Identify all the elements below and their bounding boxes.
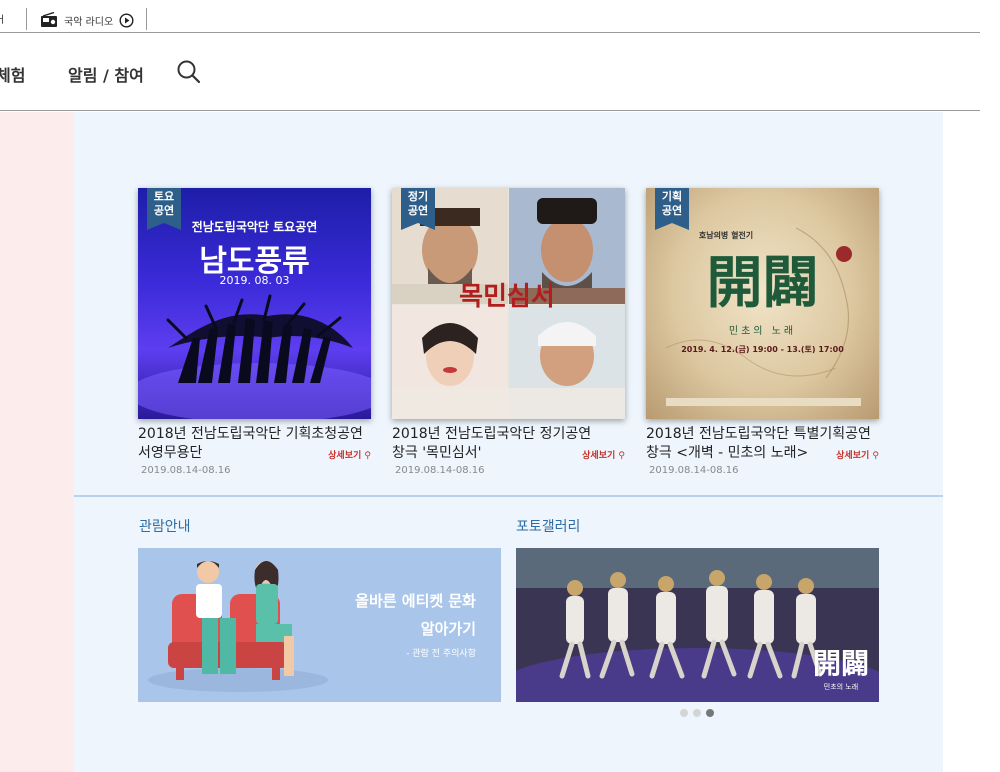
play-circle-icon[interactable] bbox=[119, 12, 134, 28]
detail-link[interactable]: 상세보기 ⚲ bbox=[836, 447, 879, 466]
left-side-panel bbox=[0, 112, 74, 772]
utility-link-fragment[interactable]: ㅓ bbox=[0, 11, 6, 26]
photo-gallery-slide[interactable]: 開闢 민초의 노래 bbox=[516, 548, 879, 702]
poster-date: 2019. 08. 03 bbox=[219, 274, 290, 287]
poster-title: 開闢 bbox=[706, 250, 819, 316]
main-navigation: 체험 알림 / 참여 bbox=[0, 34, 980, 111]
detail-link[interactable]: 상세보기 ⚲ bbox=[582, 447, 625, 466]
search-small-icon: ⚲ bbox=[618, 451, 625, 461]
poster-title: 목민심서 bbox=[459, 282, 555, 312]
gallery-logo: 開闢 민초의 노래 bbox=[812, 647, 869, 691]
search-small-icon: ⚲ bbox=[872, 451, 879, 461]
gallery-section-title[interactable]: 포토갤러리 bbox=[516, 516, 580, 536]
top-utility-bar: ㅓ 국악 라디오 bbox=[0, 0, 980, 33]
nav-menu-experience[interactable]: 체험 bbox=[0, 62, 25, 86]
banner-headline-2: 알아가기 bbox=[420, 620, 476, 638]
banner-caption: - 관람 전 주의사항 bbox=[406, 649, 476, 659]
performance-title[interactable]: 2018년 전남도립국악단 기획초청공연 서영무용단 상세보기 ⚲ bbox=[138, 425, 371, 463]
search-small-icon: ⚲ bbox=[364, 451, 371, 461]
radio-icon bbox=[40, 12, 58, 28]
etiquette-banner[interactable]: 올바른 에티켓 문화 알아가기 - 관람 전 주의사항 bbox=[138, 548, 501, 702]
poster-tagline: 민초의 노래 bbox=[728, 326, 797, 337]
performance-card: 전남도립국악단 토요공연 남도풍류 2019. 08. 03 토요 공연 2018… bbox=[138, 188, 371, 476]
main-content: 전남도립국악단 토요공연 남도풍류 2019. 08. 03 토요 공연 2018… bbox=[74, 112, 943, 772]
poster-date: 2019. 4. 12.(금) 19:00 - 13.(토) 17:00 bbox=[681, 345, 844, 354]
performance-title[interactable]: 2018년 전남도립국악단 특별기획공연 창극 <개벽 - 민초의 노래> 상세… bbox=[646, 425, 879, 463]
utility-separator bbox=[146, 8, 147, 30]
detail-link[interactable]: 상세보기 ⚲ bbox=[328, 447, 371, 466]
utility-separator bbox=[26, 8, 27, 30]
performance-card: 호남의병 혈전기 開闢 민초의 노래 2019. 4. 12.(금) 19:00… bbox=[646, 188, 879, 476]
search-icon[interactable] bbox=[176, 59, 202, 85]
performance-title[interactable]: 2018년 전남도립국악단 정기공연 창극 '목민심서' 상세보기 ⚲ bbox=[392, 425, 625, 463]
carousel-indicators bbox=[680, 709, 714, 717]
guide-section-title[interactable]: 관람안내 bbox=[139, 516, 191, 536]
nav-menu-notice[interactable]: 알림 / 참여 bbox=[68, 62, 144, 86]
performance-poster[interactable]: 전남도립국악단 토요공연 남도풍류 2019. 08. 03 토요 공연 bbox=[138, 188, 371, 419]
banner-headline: 올바른 에티켓 문화 bbox=[355, 592, 476, 610]
performance-date: 2019.08.14-08.16 bbox=[395, 465, 485, 476]
performance-date: 2019.08.14-08.16 bbox=[141, 465, 231, 476]
radio-label: 국악 라디오 bbox=[64, 16, 114, 28]
performance-poster[interactable]: 호남의병 혈전기 開闢 민초의 노래 2019. 4. 12.(금) 19:00… bbox=[646, 188, 879, 419]
performance-poster[interactable]: 목민심서 정기 공연 bbox=[392, 188, 625, 419]
section-divider bbox=[74, 495, 943, 497]
performance-date: 2019.08.14-08.16 bbox=[649, 465, 739, 476]
performance-card: 목민심서 정기 공연 2018년 전남도립국악단 정기공연 창극 '목민심서' 상… bbox=[392, 188, 625, 476]
carousel-dot[interactable] bbox=[693, 709, 701, 717]
carousel-dot[interactable] bbox=[680, 709, 688, 717]
gugak-radio-link[interactable]: 국악 라디오 bbox=[40, 9, 134, 31]
carousel-dot-active[interactable] bbox=[706, 709, 714, 717]
